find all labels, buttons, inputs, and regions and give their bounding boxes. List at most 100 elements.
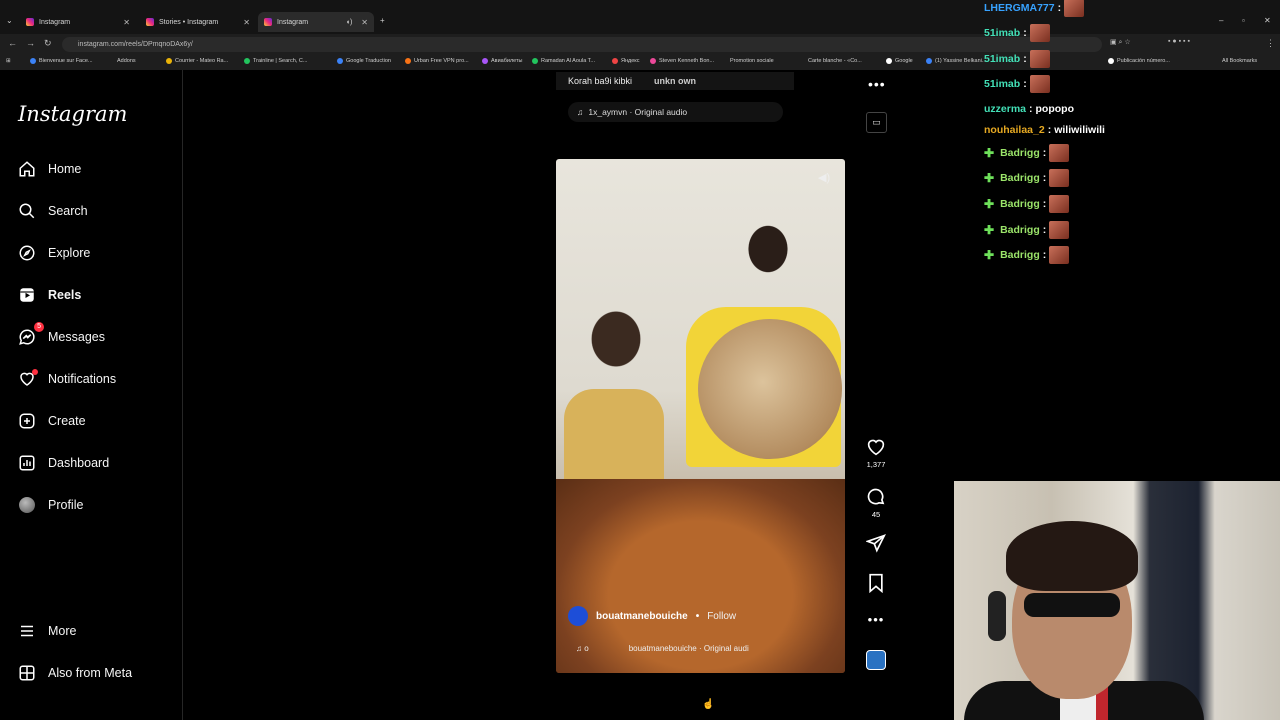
close-tab-icon[interactable]: ✕: [243, 18, 250, 27]
audio-playing-icon[interactable]: ◖): [346, 19, 353, 26]
bookmark-item[interactable]: Urban Free VPN pro...: [405, 58, 469, 64]
sidebar-item-explore[interactable]: Explore: [18, 241, 90, 265]
more-options-icon[interactable]: •••: [868, 76, 886, 92]
sidebar-item-home[interactable]: Home: [18, 157, 81, 181]
sidebar-item-reels[interactable]: Reels: [18, 283, 81, 307]
music-note-icon: ♫: [577, 107, 584, 117]
bookmark-item[interactable]: Google: [886, 58, 913, 64]
instagram-favicon-icon: [146, 18, 154, 26]
chat-emote-icon: [1049, 195, 1070, 213]
sidebar-item-search[interactable]: Search: [18, 199, 88, 223]
url-text: instagram.com/reels/DPmqnoDAx6y/: [78, 41, 193, 48]
sidebar-item-create[interactable]: Create: [18, 409, 86, 433]
browser-tab[interactable]: Instagram ✕: [20, 12, 136, 32]
bookmark-item[interactable]: (1) Yassine Belkani...: [926, 58, 986, 64]
dashboard-icon: [18, 454, 36, 472]
reel-audio-row[interactable]: ♫ o bouatmanebouiche · Original audi: [576, 644, 836, 653]
streamer-webcam: [954, 481, 1280, 720]
url-input[interactable]: instagram.com/reels/DPmqnoDAx6y/: [62, 37, 1102, 52]
new-tab-icon[interactable]: +: [380, 16, 385, 25]
notification-dot: [32, 369, 38, 375]
share-button[interactable]: [864, 533, 888, 553]
reel-video[interactable]: ◀) bouatmanebouiche • Follow ♫ o bouatma…: [556, 159, 845, 673]
browser-tab-active[interactable]: Instagram ◖) ✕: [258, 12, 374, 32]
comment-button[interactable]: 45: [864, 487, 888, 519]
chat-message: ✚ Badrigg:: [984, 143, 1070, 163]
subscriber-badge-icon: ✚: [984, 146, 995, 160]
apps-icon[interactable]: ⊞: [6, 58, 11, 64]
audio-label: bouatmanebouiche · Original audi: [628, 644, 749, 653]
sidebar-item-more[interactable]: More: [18, 619, 76, 643]
chat-username: 51imab: [984, 78, 1021, 90]
home-icon: [18, 160, 36, 178]
previous-reel-strip[interactable]: Korah ba9i kibki unkn own: [556, 72, 794, 90]
bookmark-item[interactable]: Steven Kenneth Bon...: [650, 58, 714, 64]
sidebar-item-label: Home: [48, 162, 82, 176]
close-window-icon[interactable]: ✕: [1264, 16, 1271, 25]
bookmark-item[interactable]: Яндекс: [612, 58, 640, 64]
reel-more-icon[interactable]: •••: [864, 612, 888, 627]
chat-message: ✚ Badrigg:: [984, 168, 1070, 188]
hamburger-icon: [18, 622, 36, 640]
browser-tab[interactable]: Stories • Instagram ✕: [140, 12, 256, 32]
chat-username: 51imab: [984, 27, 1021, 39]
reels-icon: [18, 286, 36, 304]
heart-icon: [867, 439, 885, 456]
bookmark-item[interactable]: Publicación número...: [1108, 58, 1170, 64]
plus-square-icon: [18, 412, 36, 430]
compass-icon: [18, 244, 36, 262]
sidebar-item-messages[interactable]: 5 Messages: [18, 322, 105, 349]
bookmark-item[interactable]: Авиабилеты: [482, 58, 523, 64]
bookmark-item[interactable]: Google Traduction: [337, 58, 391, 64]
forward-icon[interactable]: →: [26, 38, 35, 48]
unread-badge: 5: [34, 322, 44, 332]
bookmark-item[interactable]: Bienvenue sur Face...: [30, 58, 93, 64]
sidebar-item-label: Messages: [48, 330, 105, 344]
save-button[interactable]: [864, 573, 888, 593]
bookmark-item[interactable]: Addons: [117, 58, 136, 64]
webcam-figure: [1024, 593, 1120, 617]
reload-icon[interactable]: ↻: [44, 38, 52, 49]
close-tab-icon[interactable]: ✕: [361, 18, 368, 27]
chat-message: 51imab:: [984, 74, 1050, 94]
comment-count: 45: [871, 510, 881, 519]
sidebar-item-profile[interactable]: Profile: [18, 493, 83, 517]
previous-reel-audio[interactable]: ♫ 1x_aymvn · Original audio: [568, 102, 783, 122]
mute-icon[interactable]: ◀): [818, 171, 830, 184]
extensions-icon[interactable]: ▣ ⌕ ☆: [1110, 38, 1131, 47]
sidebar-item-label: Explore: [48, 246, 91, 260]
chat-text: wiliwiliwili: [1054, 124, 1105, 136]
bookmark-item[interactable]: Trainline | Search, C...: [244, 58, 307, 64]
follow-button[interactable]: Follow: [707, 611, 736, 622]
restore-icon[interactable]: ▫: [1242, 16, 1245, 25]
tab-search-icon[interactable]: ⌄: [6, 16, 13, 25]
chat-username: Badrigg: [1000, 224, 1040, 236]
instagram-logo[interactable]: Instagram: [18, 102, 127, 126]
sidebar-item-label: Notifications: [48, 372, 117, 386]
profile-extensions-icon[interactable]: ▪ ● ▪ ▪ ▪: [1168, 38, 1190, 45]
all-bookmarks[interactable]: All Bookmarks: [1222, 58, 1257, 64]
close-tab-icon[interactable]: ✕: [123, 18, 130, 27]
send-icon: [866, 534, 886, 553]
bookmark-item[interactable]: Carte blanche - «Co...: [808, 58, 862, 64]
sidebar-item-also-from-meta[interactable]: Also from Meta: [18, 661, 132, 685]
avatar[interactable]: [568, 606, 588, 626]
bookmark-item[interactable]: Promotion sociale: [730, 58, 774, 64]
bookmark-icon: [869, 573, 883, 593]
menu-kebab-icon[interactable]: ⋮: [1266, 38, 1275, 49]
bookmark-item[interactable]: Courrier - Mateo Ra...: [166, 58, 228, 64]
audio-thumbnail[interactable]: [866, 650, 886, 670]
like-button[interactable]: 1,377: [864, 438, 888, 469]
bookmark-item[interactable]: Ramadan Al Aoula T...: [532, 58, 595, 64]
sidebar-item-dashboard[interactable]: Dashboard: [18, 451, 109, 475]
back-icon[interactable]: ←: [8, 38, 17, 48]
chat-message: 51imab:: [984, 23, 1050, 43]
sidebar-item-notifications[interactable]: Notifications: [18, 367, 116, 391]
reel-thumbnail-icon[interactable]: ▭: [866, 112, 887, 133]
minimize-icon[interactable]: –: [1219, 16, 1223, 25]
sidebar-item-label: Profile: [48, 498, 84, 512]
address-bar-row: ← → ↻ instagram.com/reels/DPmqnoDAx6y/ ▣…: [0, 34, 1280, 54]
author-username[interactable]: bouatmanebouiche: [596, 611, 688, 622]
tab-title: Stories • Instagram: [159, 18, 219, 26]
chat-message: 51imab:: [984, 49, 1050, 69]
